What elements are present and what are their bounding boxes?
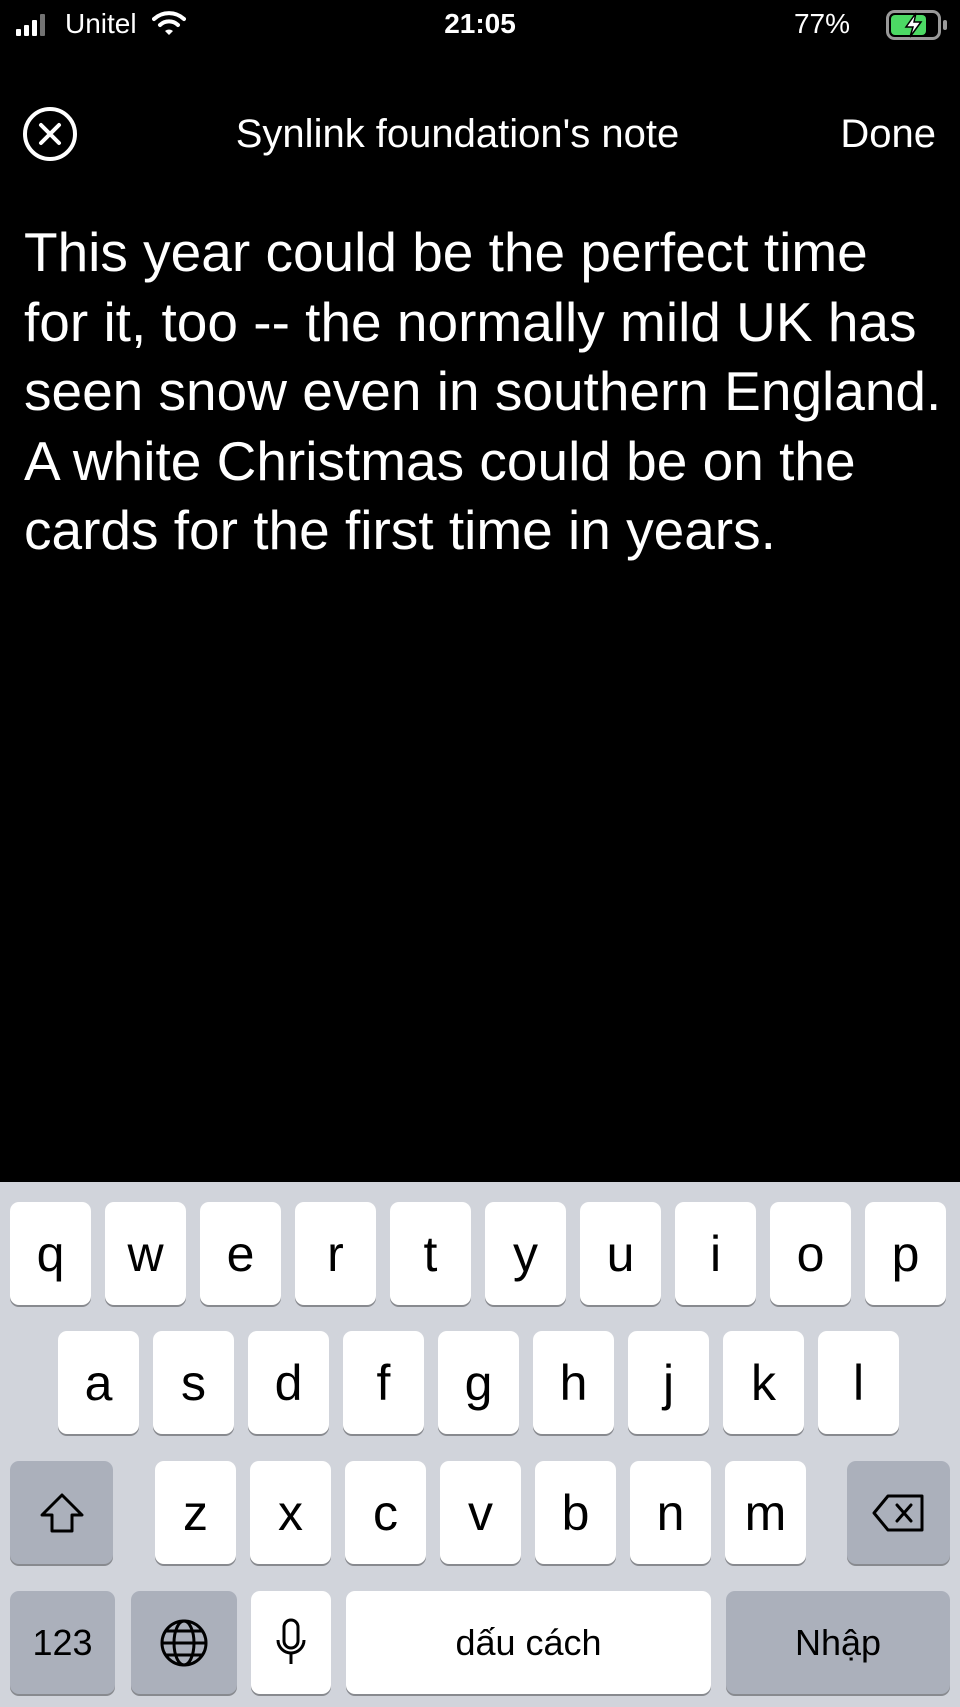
return-key[interactable]: Nhập bbox=[726, 1591, 950, 1694]
key-label: c bbox=[373, 1484, 398, 1541]
note-title: Synlink foundation's note bbox=[235, 112, 680, 156]
key-label: x bbox=[278, 1484, 303, 1541]
key-label: f bbox=[376, 1354, 391, 1411]
key-label: j bbox=[662, 1354, 675, 1411]
backspace-icon bbox=[872, 1494, 923, 1531]
key-d[interactable]: d bbox=[248, 1331, 329, 1434]
note-text-area[interactable]: This year could be the perfect time for … bbox=[24, 218, 944, 566]
key-m[interactable]: m bbox=[725, 1461, 806, 1564]
key-i[interactable]: i bbox=[675, 1202, 756, 1305]
key-f[interactable]: f bbox=[343, 1331, 424, 1434]
key-j[interactable]: j bbox=[628, 1331, 709, 1434]
key-label: z bbox=[183, 1484, 208, 1541]
return-key-label: Nhập bbox=[794, 1621, 882, 1663]
space-key-label: dấu cách bbox=[455, 1621, 602, 1663]
key-label: p bbox=[891, 1225, 920, 1282]
key-label: a bbox=[84, 1354, 113, 1411]
key-b[interactable]: b bbox=[535, 1461, 616, 1564]
globe-icon bbox=[160, 1619, 208, 1666]
screen: Unitel 21:05 77% Synlink foundation's no… bbox=[0, 0, 960, 1707]
backspace-key[interactable] bbox=[847, 1461, 950, 1564]
key-label: s bbox=[181, 1354, 206, 1411]
key-q[interactable]: q bbox=[10, 1202, 91, 1305]
key-r[interactable]: r bbox=[295, 1202, 376, 1305]
key-label: u bbox=[606, 1225, 635, 1282]
microphone-icon bbox=[276, 1618, 306, 1664]
key-label: r bbox=[327, 1225, 344, 1282]
key-h[interactable]: h bbox=[533, 1331, 614, 1434]
key-z[interactable]: z bbox=[155, 1461, 236, 1564]
key-u[interactable]: u bbox=[580, 1202, 661, 1305]
note-header: Synlink foundation's note Done bbox=[0, 100, 960, 166]
key-label: i bbox=[709, 1225, 722, 1282]
space-key[interactable]: dấu cách bbox=[346, 1591, 711, 1694]
key-a[interactable]: a bbox=[58, 1331, 139, 1434]
key-l[interactable]: l bbox=[818, 1331, 899, 1434]
key-label: q bbox=[36, 1225, 65, 1282]
shift-key[interactable] bbox=[10, 1461, 113, 1564]
key-label: h bbox=[559, 1354, 588, 1411]
dictation-key[interactable] bbox=[251, 1591, 331, 1694]
keyboard: q w e r t y u i o p a s d f g h j k l z x c v b n m 123 dấu các… bbox=[0, 1182, 960, 1707]
key-o[interactable]: o bbox=[770, 1202, 851, 1305]
numbers-key[interactable]: 123 bbox=[10, 1591, 115, 1694]
key-label: g bbox=[464, 1354, 493, 1411]
shift-icon bbox=[40, 1493, 83, 1532]
key-label: n bbox=[656, 1484, 685, 1541]
key-label: m bbox=[744, 1484, 787, 1541]
key-w[interactable]: w bbox=[105, 1202, 186, 1305]
key-label: d bbox=[274, 1354, 303, 1411]
key-label: t bbox=[423, 1225, 438, 1282]
battery-percent: 77% bbox=[793, 8, 850, 39]
key-s[interactable]: s bbox=[153, 1331, 234, 1434]
key-label: e bbox=[226, 1225, 255, 1282]
done-button[interactable]: Done bbox=[840, 112, 936, 157]
key-t[interactable]: t bbox=[390, 1202, 471, 1305]
key-n[interactable]: n bbox=[630, 1461, 711, 1564]
key-e[interactable]: e bbox=[200, 1202, 281, 1305]
key-x[interactable]: x bbox=[250, 1461, 331, 1564]
key-label: o bbox=[796, 1225, 825, 1282]
key-k[interactable]: k bbox=[723, 1331, 804, 1434]
key-label: y bbox=[513, 1225, 538, 1282]
key-label: l bbox=[852, 1354, 865, 1411]
key-label: k bbox=[751, 1354, 776, 1411]
key-label: v bbox=[468, 1484, 493, 1541]
status-bar: Unitel 21:05 77% bbox=[0, 0, 960, 50]
globe-key[interactable] bbox=[131, 1591, 237, 1694]
key-label: b bbox=[561, 1484, 590, 1541]
key-y[interactable]: y bbox=[485, 1202, 566, 1305]
key-c[interactable]: c bbox=[345, 1461, 426, 1564]
key-v[interactable]: v bbox=[440, 1461, 521, 1564]
key-label: w bbox=[127, 1225, 164, 1282]
key-g[interactable]: g bbox=[438, 1331, 519, 1434]
key-p[interactable]: p bbox=[865, 1202, 946, 1305]
battery-charging-icon bbox=[886, 10, 947, 40]
numbers-key-label: 123 bbox=[32, 1621, 93, 1663]
